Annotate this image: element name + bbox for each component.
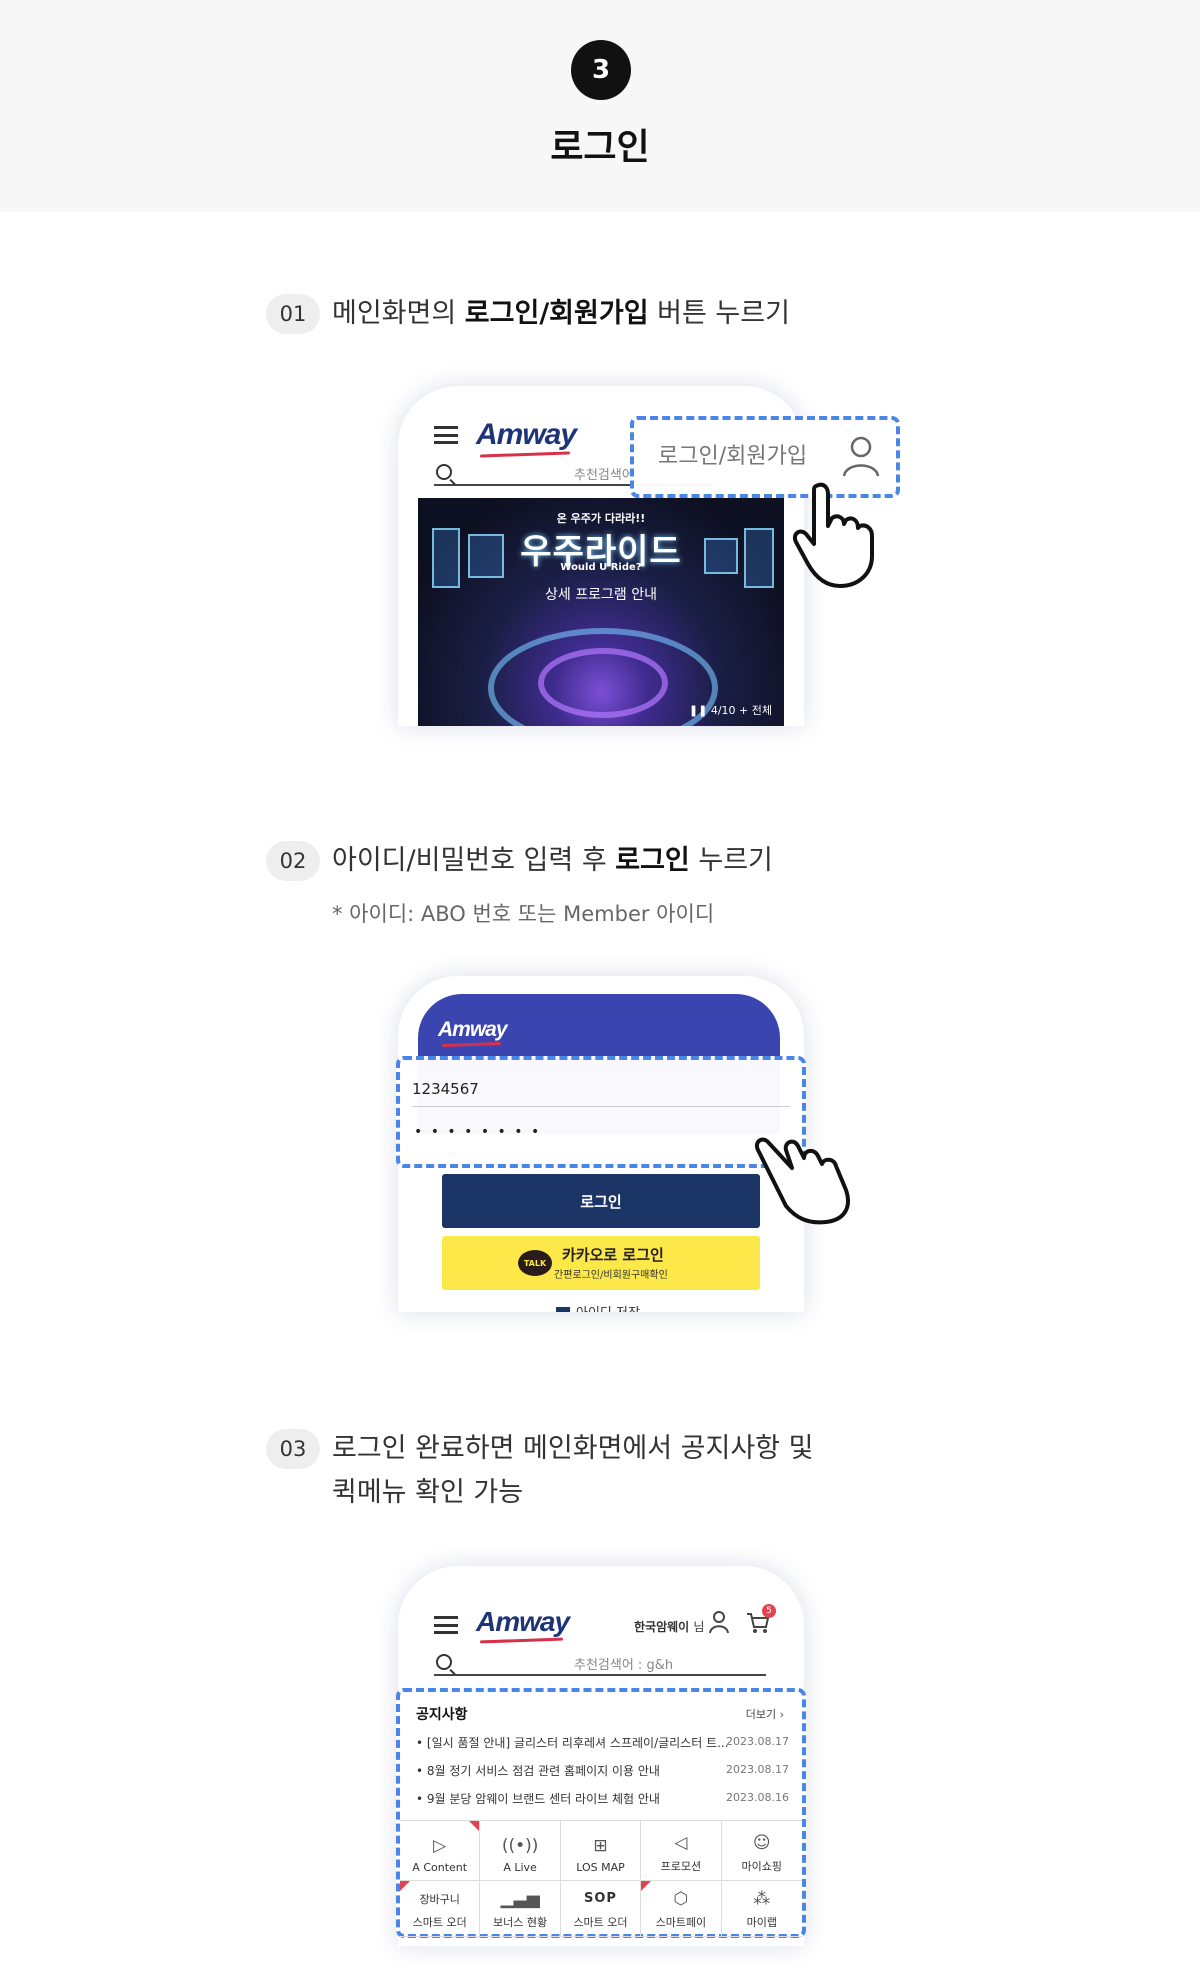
step-03-instruction-line2: 퀵메뉴 확인 가능 (332, 1477, 524, 1508)
pointing-hand-icon (755, 1137, 850, 1225)
promo-banner[interactable]: 온 우주가 다라라!! 우주라이드 Would U Ride? 상세 프로그램 … (418, 498, 784, 726)
search-icon (436, 464, 452, 480)
step-02-instruction: 아이디/비밀번호 입력 후 로그인 누르기 (332, 845, 773, 876)
highlight-login-fields: 1234567 • • • • • • • • (396, 1056, 806, 1168)
password-input[interactable]: • • • • • • • • (414, 1124, 541, 1140)
smart-pay-icon: ⬡ (673, 1889, 689, 1909)
notice-date: 2023.08.16 (726, 1791, 789, 1804)
megaphone-icon: ◁ (674, 1833, 688, 1853)
quick-menu-a-content[interactable]: ▷ A Content (400, 1821, 481, 1881)
search-placeholder: 추천검색어 (574, 468, 634, 483)
section-title: 로그인 (550, 127, 650, 168)
step-number-badge: 3 (571, 40, 631, 100)
new-corner-marker (641, 1881, 652, 1891)
id-input[interactable]: 1234567 (412, 1080, 479, 1098)
my-shopping-icon: ☺ (752, 1833, 771, 1853)
step-02-note: * 아이디: ABO 번호 또는 Member 아이디 (332, 902, 715, 926)
menu-icon[interactable] (434, 426, 458, 444)
quick-menu-bonus-status[interactable]: ▁▃▅ 보너스 현황 (480, 1881, 561, 1937)
my-lab-icon: ⁂ (753, 1889, 771, 1909)
quick-menu-los-map[interactable]: ⊞ LOS MAP (560, 1821, 642, 1881)
step-01-number: 01 (266, 294, 320, 334)
quick-menu-cart-smart-order[interactable]: 장바구니 스마트 오더 (400, 1881, 481, 1937)
notice-date: 2023.08.17 (726, 1763, 789, 1776)
step-01-instruction: 메인화면의 로그인/회원가입 버튼 누르기 (332, 298, 790, 329)
bar-chart-icon: ▁▃▅ (500, 1889, 540, 1909)
kakao-login-button[interactable]: TALK 카카오로 로그인 간편로그인/비회원구매확인 (442, 1236, 760, 1290)
notice-item[interactable]: • 9월 분당 암웨이 브랜드 센터 라이브 체험 안내 (416, 1790, 660, 1807)
banner-counter: ❚❚ 4/10 + 전체 (688, 704, 772, 717)
org-chart-icon: ⊞ (593, 1836, 608, 1856)
quick-menu-smart-pay[interactable]: ⬡ 스마트페이 (641, 1881, 722, 1937)
content-icon: ▷ (433, 1836, 447, 1856)
notice-item[interactable]: • 8월 정기 서비스 점검 관련 홈페이지 이용 안내 (416, 1762, 660, 1779)
step-02-number: 02 (266, 841, 320, 881)
save-id-checkbox[interactable]: 아이디 저장 (556, 1302, 640, 1312)
menu-icon[interactable] (434, 1616, 458, 1634)
banner-subtitle: Would U Ride? (560, 562, 642, 573)
amway-logo: Amway (438, 1018, 508, 1041)
pointing-hand-icon (793, 482, 874, 588)
login-signup-button-label: 로그인/회원가입 (658, 444, 808, 469)
user-greeting: 한국암웨이 님 (634, 1620, 705, 1634)
highlight-notice-quickmenu: 공지사항 더보기 › • [일시 품절 안내] 글리스터 리후레셔 스프레이/글… (396, 1688, 806, 1938)
cart-count-badge: 5 (762, 1604, 776, 1618)
kakao-login-title: 카카오로 로그인 (562, 1246, 664, 1264)
user-icon[interactable] (708, 1610, 730, 1634)
live-broadcast-icon: ((•)) (501, 1836, 539, 1856)
search-bar[interactable]: 추천검색어 : g&h (434, 1648, 766, 1676)
banner-inner-ring (538, 648, 668, 718)
search-placeholder: 추천검색어 : g&h (574, 1658, 674, 1673)
quick-menu-sop-smart-order[interactable]: SOP 스마트 오더 (560, 1881, 642, 1937)
kakao-talk-icon: TALK (518, 1250, 552, 1276)
kakao-login-subtitle: 간편로그인/비회원구매확인 (554, 1270, 668, 1281)
step-03-number: 03 (266, 1429, 320, 1469)
quick-menu-my-shopping[interactable]: ☺ 마이쇼핑 (721, 1821, 802, 1881)
field-divider (412, 1106, 790, 1107)
new-corner-marker (469, 1821, 480, 1831)
amway-logo[interactable]: Amway (476, 1606, 570, 1638)
new-corner-marker (400, 1881, 410, 1891)
notice-title: 공지사항 (416, 1707, 468, 1723)
search-icon (436, 1654, 452, 1670)
banner-caption: 상세 프로그램 안내 (545, 587, 657, 603)
quick-menu-promotion[interactable]: ◁ 프로모션 (641, 1821, 722, 1881)
quick-menu-a-live[interactable]: ((•)) A Live (480, 1821, 561, 1881)
amway-logo[interactable]: Amway (476, 418, 577, 452)
chevron-right-icon: › (779, 1708, 784, 1721)
quick-menu-grid: ▷ A Content ((•)) A Live ⊞ LOS MAP ◁ 프로모… (400, 1820, 802, 1937)
section-header: 3 로그인 (0, 0, 1200, 212)
notice-date: 2023.08.17 (726, 1735, 789, 1748)
user-icon (842, 436, 880, 477)
notice-more-link[interactable]: 더보기 › (746, 1706, 784, 1722)
notice-item[interactable]: • [일시 품절 안내] 글리스터 리후레셔 스프레이/글리스터 트... (416, 1734, 729, 1751)
login-button[interactable]: 로그인 (442, 1174, 760, 1228)
quick-menu-my-lab[interactable]: ⁂ 마이랩 (721, 1881, 802, 1937)
step-03-instruction-line1: 로그인 완료하면 메인화면에서 공지사항 및 (332, 1433, 814, 1464)
